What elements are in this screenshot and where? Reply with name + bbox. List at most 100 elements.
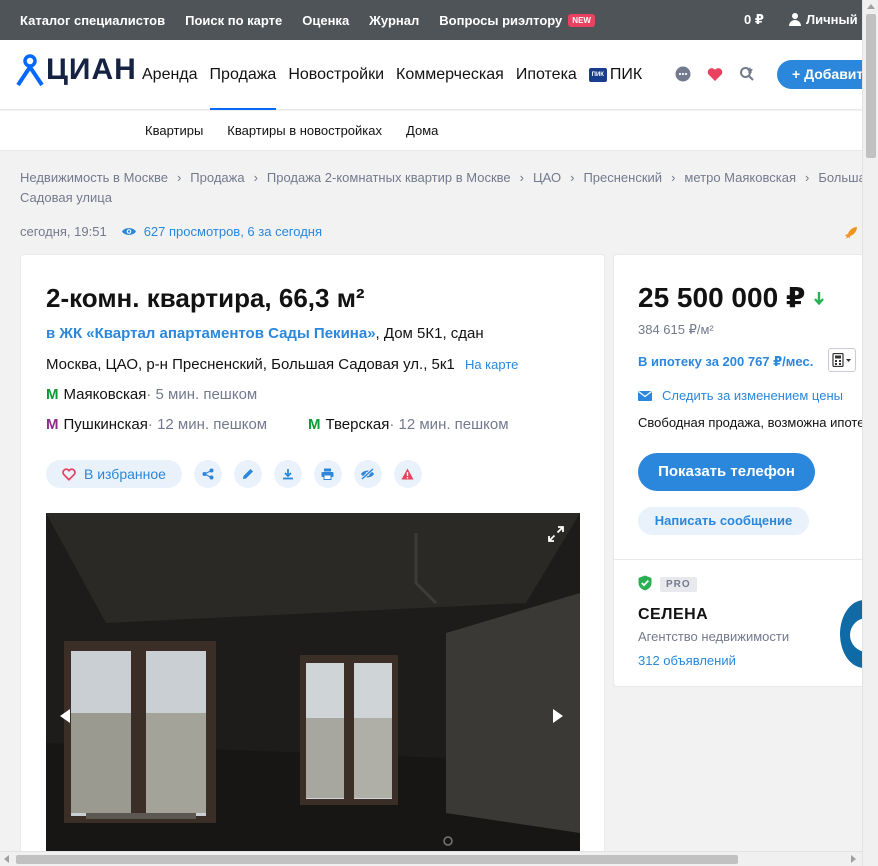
metro-station: М Маяковская · 5 мин. пешком [46, 386, 257, 403]
metro-station: М Пушкинская · 12 мин. пешком [46, 416, 267, 433]
offer-card: 25 500 000 ₽ 384 615 ₽/м² В ипотеку за 2… [613, 254, 862, 687]
price: 25 500 000 ₽ [638, 281, 825, 314]
eye-icon [121, 228, 136, 235]
scroll-left-arrow-icon[interactable] [4, 855, 9, 863]
breadcrumb-item[interactable]: Недвижимость в Москве [20, 170, 168, 185]
hide-listing-button[interactable] [353, 460, 382, 488]
breadcrumb-item[interactable]: Продажа 2-комнатных квартир в Москве [267, 170, 511, 185]
top-link-journal[interactable]: Журнал [369, 13, 419, 28]
mortgage-link[interactable]: В ипотеку за 200 767 ₽/мес. [638, 354, 813, 370]
breadcrumb-item[interactable]: ЦАО [533, 170, 561, 185]
track-price-link[interactable]: Следить за изменением цены [638, 388, 843, 403]
metro-station: М Тверская · 12 мин. пешком [308, 416, 509, 433]
vertical-scroll-thumb[interactable] [866, 14, 876, 158]
publish-date: сегодня, 19:51 [20, 224, 107, 239]
listing-actions: В избранное [46, 460, 434, 488]
write-message-button[interactable]: Написать сообщение [638, 507, 809, 535]
breadcrumb-item[interactable]: Пресненский [583, 170, 662, 185]
price-per-meter: 384 615 ₽/м² [638, 322, 714, 337]
show-phone-button[interactable]: Показать телефон [638, 453, 815, 491]
scroll-up-arrow-icon[interactable] [867, 4, 875, 9]
metro-distance: · 12 мин. пешком [389, 416, 509, 433]
breadcrumb: Недвижимость в Москве › Продажа › Продажа 2-… [20, 168, 862, 208]
track-price-label: Следить за изменением цены [662, 388, 843, 403]
nav-mortgage[interactable]: Ипотека [516, 40, 577, 110]
pik-logo-icon: ПИК [588, 68, 607, 82]
breadcrumb-item[interactable]: Большая [818, 170, 862, 185]
metro-distance: · 12 мин. пешком [147, 416, 268, 433]
map-link[interactable]: На карте [465, 357, 518, 372]
warning-icon [401, 468, 414, 480]
chevron-left-icon[interactable] [60, 709, 70, 723]
top-link-specialists[interactable]: Каталог специалистов [20, 13, 165, 28]
nav-new-buildings[interactable]: Новостройки [288, 40, 384, 110]
chevron-right-icon[interactable] [553, 709, 563, 723]
vertical-scrollbar[interactable] [862, 0, 878, 866]
price-down-icon[interactable] [813, 291, 825, 305]
listing-card: 2-комн. квартира, 66,3 м² в ЖК «Квартал … [20, 254, 605, 866]
location-pin-icon [16, 54, 44, 87]
metro-name[interactable]: Пушкинская [64, 416, 148, 433]
subnav-houses[interactable]: Дома [406, 123, 438, 138]
balance-link[interactable]: 0 ₽ [744, 12, 764, 28]
nav-commercial[interactable]: Коммерческая [396, 40, 504, 110]
new-badge: NEW [568, 13, 595, 27]
share-button[interactable] [193, 460, 222, 488]
saved-search-icon[interactable] [738, 65, 756, 83]
edit-note-button[interactable] [233, 460, 262, 488]
address-text: Москва, ЦАО, р-н Пресненский, Большая Са… [46, 356, 455, 373]
horizontal-scroll-thumb[interactable] [16, 855, 738, 864]
top-bar: Каталог специалистов Поиск по карте Оцен… [0, 0, 878, 40]
add-to-favorites-button[interactable]: В избранное [46, 460, 182, 488]
calculator-dropdown[interactable] [828, 348, 856, 372]
photo-gallery[interactable] [46, 513, 580, 853]
chevron-right-icon: › [253, 170, 258, 185]
subnav-new-apartments[interactable]: Квартиры в новостройках [227, 123, 382, 138]
sale-type: Свободная продажа, возможна ипотека [638, 415, 862, 430]
rocket-icon [844, 226, 858, 245]
header-icons [674, 65, 770, 83]
cian-logo[interactable]: ЦИАН [16, 53, 137, 87]
favorites-heart-icon[interactable] [706, 65, 724, 83]
main-nav: Аренда Продажа Новостройки Коммерческая … [142, 40, 654, 110]
download-button[interactable] [273, 460, 302, 488]
breadcrumb-item[interactable]: Продажа [190, 170, 244, 185]
horizontal-scrollbar[interactable] [0, 851, 862, 866]
price-value: 25 500 000 ₽ [638, 282, 806, 313]
nav-pik[interactable]: ПИК ПИК [588, 40, 642, 110]
breadcrumb-item[interactable]: Садовая улица [20, 190, 112, 205]
download-icon [282, 469, 293, 480]
nav-sale[interactable]: Продажа [209, 40, 276, 110]
chevron-right-icon: › [570, 170, 575, 185]
logo-text: ЦИАН [46, 53, 137, 86]
scroll-right-arrow-icon[interactable] [851, 855, 856, 863]
agency-logo[interactable] [840, 600, 862, 668]
chevron-right-icon: › [671, 170, 676, 185]
nav-rent[interactable]: Аренда [142, 40, 198, 110]
top-link-map-search[interactable]: Поиск по карте [185, 13, 282, 28]
agent-type: Агентство недвижимости [638, 629, 790, 644]
views-count: 627 просмотров, 6 за сегодня [143, 224, 323, 239]
chat-icon[interactable] [674, 65, 692, 83]
divider [614, 559, 862, 560]
envelope-icon [638, 390, 652, 401]
agent-ads-link[interactable]: 312 объявлений [638, 653, 736, 668]
metro-name[interactable]: Маяковская [64, 386, 147, 403]
views-link[interactable]: 627 просмотров, 6 за сегодня [121, 224, 322, 239]
report-button[interactable] [393, 460, 422, 488]
subnav-apartments[interactable]: Квартиры [145, 123, 203, 138]
fullscreen-icon[interactable] [548, 526, 564, 547]
calculator-icon [832, 353, 851, 367]
user-icon [789, 13, 801, 26]
pencil-icon [242, 469, 253, 479]
agent-name[interactable]: СЕЛЕНА [638, 606, 708, 624]
main-header: ЦИАН Аренда Продажа Новостройки Коммерче… [0, 40, 877, 110]
top-link-realtor-questions[interactable]: Вопросы риэлтору [439, 13, 562, 28]
verified-shield-icon [638, 575, 652, 596]
print-button[interactable] [313, 460, 342, 488]
complex-link[interactable]: в ЖК «Квартал апартаментов Сады Пекина» [46, 325, 376, 342]
metro-name[interactable]: Тверская [326, 416, 390, 433]
metro-icon: М [46, 416, 59, 433]
breadcrumb-item[interactable]: метро Маяковская [684, 170, 796, 185]
top-link-valuation[interactable]: Оценка [302, 13, 349, 28]
